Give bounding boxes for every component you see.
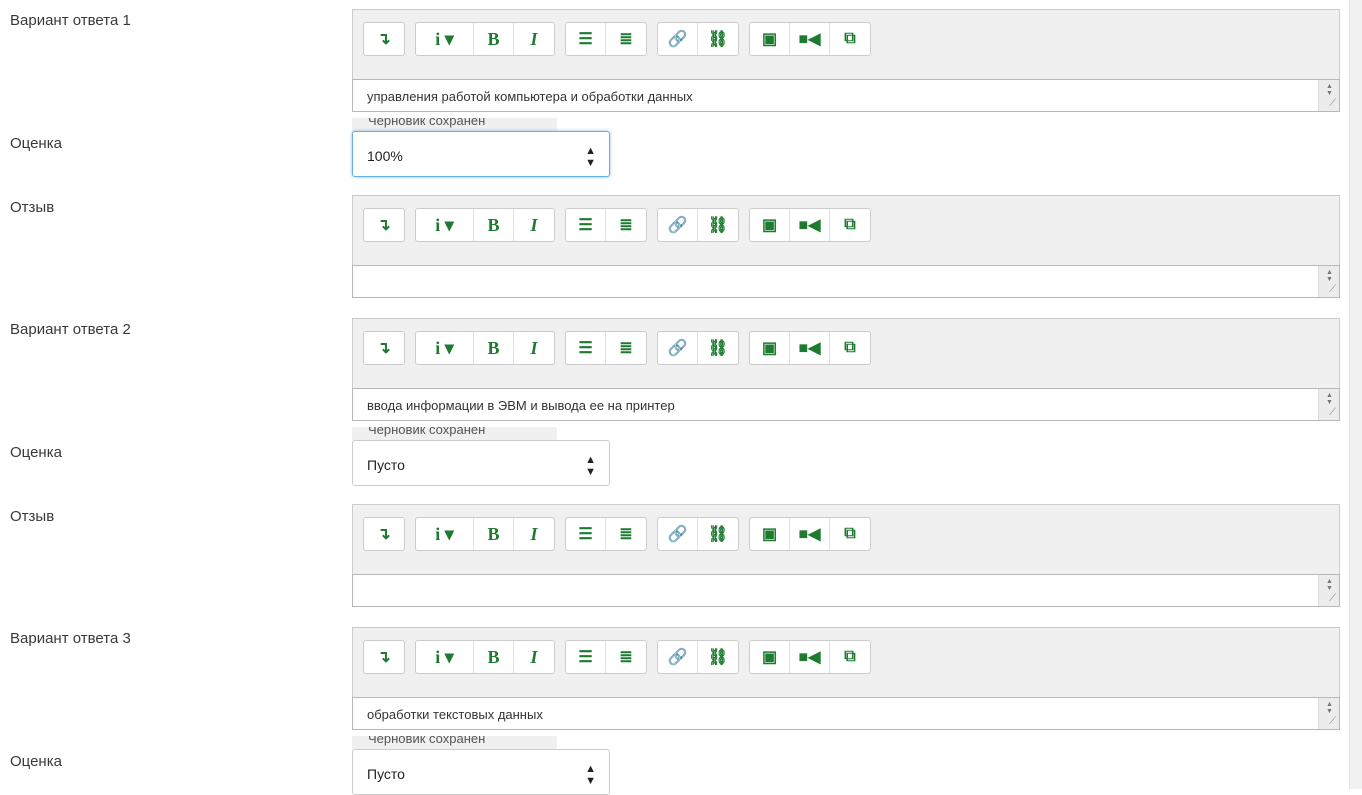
link-icon[interactable]: 🔗: [658, 332, 698, 364]
answer-text: ввода информации в ЭВМ и вывода ее на пр…: [367, 398, 675, 413]
answer-editor: ↴ i ▾ B I ☰ ≣ 🔗 ⛓ ▣ ■◀ ⧉ ввода информаци…: [352, 318, 1340, 421]
image-icon[interactable]: ▣: [750, 332, 790, 364]
info-icon[interactable]: i ▾: [416, 641, 474, 673]
unlink-icon[interactable]: ⛓: [698, 23, 738, 55]
manage-files-icon[interactable]: ⧉: [830, 209, 870, 241]
video-icon[interactable]: ■◀: [790, 641, 830, 673]
unordered-list-icon[interactable]: ☰: [566, 23, 606, 55]
page-scrollbar[interactable]: [1349, 0, 1362, 789]
manage-files-icon[interactable]: ⧉: [830, 332, 870, 364]
sort-caret-icon: ▲ ▼: [585, 454, 596, 478]
link-icon[interactable]: 🔗: [658, 23, 698, 55]
feedback-editor: ↴ i ▾ B I ☰ ≣ 🔗 ⛓ ▣ ■◀ ⧉ ▲ ▼ ⟋: [352, 504, 1340, 607]
resize-grip[interactable]: ▲ ▼ ⟋: [1318, 80, 1339, 111]
manage-files-icon[interactable]: ⧉: [830, 23, 870, 55]
video-icon[interactable]: ■◀: [790, 518, 830, 550]
editor-toolbar: ↴ i ▾ B I ☰ ≣ 🔗 ⛓ ▣ ■◀ ⧉: [352, 9, 1340, 79]
unlink-icon[interactable]: ⛓: [698, 518, 738, 550]
collapse-icon[interactable]: ↴: [364, 209, 404, 241]
grade-label: Оценка: [10, 753, 62, 770]
answer-editor: ↴ i ▾ B I ☰ ≣ 🔗 ⛓ ▣ ■◀ ⧉ обработки текст…: [352, 627, 1340, 730]
grade-label: Оценка: [10, 135, 62, 152]
italic-icon[interactable]: I: [514, 641, 554, 673]
grade-value: 100%: [367, 148, 403, 164]
unordered-list-icon[interactable]: ☰: [566, 641, 606, 673]
unordered-list-icon[interactable]: ☰: [566, 209, 606, 241]
link-icon[interactable]: 🔗: [658, 641, 698, 673]
image-icon[interactable]: ▣: [750, 641, 790, 673]
italic-icon[interactable]: I: [514, 209, 554, 241]
unlink-icon[interactable]: ⛓: [698, 332, 738, 364]
answer-textarea[interactable]: ввода информации в ЭВМ и вывода ее на пр…: [352, 388, 1340, 421]
sort-caret-icon: ▲ ▼: [585, 145, 596, 169]
unlink-icon[interactable]: ⛓: [698, 641, 738, 673]
editor-toolbar: ↴ i ▾ B I ☰ ≣ 🔗 ⛓ ▣ ■◀ ⧉: [352, 627, 1340, 697]
info-icon[interactable]: i ▾: [416, 209, 474, 241]
answer-text: обработки текстовых данных: [367, 707, 543, 722]
feedback-label: Отзыв: [10, 199, 55, 216]
editor-toolbar: ↴ i ▾ B I ☰ ≣ 🔗 ⛓ ▣ ■◀ ⧉: [352, 318, 1340, 388]
italic-icon[interactable]: I: [514, 23, 554, 55]
grade-label: Оценка: [10, 444, 62, 461]
grade-select[interactable]: Пусто ▲ ▼: [352, 749, 610, 795]
link-icon[interactable]: 🔗: [658, 518, 698, 550]
answer-label: Вариант ответа 1: [10, 12, 131, 29]
unordered-list-icon[interactable]: ☰: [566, 518, 606, 550]
draft-saved-notice: Черновик сохранен: [352, 118, 557, 132]
editor-toolbar: ↴ i ▾ B I ☰ ≣ 🔗 ⛓ ▣ ■◀ ⧉: [352, 504, 1340, 574]
ordered-list-icon[interactable]: ≣: [606, 641, 646, 673]
ordered-list-icon[interactable]: ≣: [606, 23, 646, 55]
collapse-icon[interactable]: ↴: [364, 332, 404, 364]
feedback-label: Отзыв: [10, 508, 55, 525]
editor-toolbar: ↴ i ▾ B I ☰ ≣ 🔗 ⛓ ▣ ■◀ ⧉: [352, 195, 1340, 265]
bold-icon[interactable]: B: [474, 641, 514, 673]
video-icon[interactable]: ■◀: [790, 209, 830, 241]
answer-editor: ↴ i ▾ B I ☰ ≣ 🔗 ⛓ ▣ ■◀ ⧉ управления рабо…: [352, 9, 1340, 112]
feedback-textarea[interactable]: ▲ ▼ ⟋: [352, 574, 1340, 607]
resize-grip[interactable]: ▲ ▼ ⟋: [1318, 698, 1339, 729]
video-icon[interactable]: ■◀: [790, 332, 830, 364]
answer-label: Вариант ответа 3: [10, 630, 131, 647]
answer-text: управления работой компьютера и обработк…: [367, 89, 693, 104]
answer-textarea[interactable]: обработки текстовых данных ▲ ▼ ⟋: [352, 697, 1340, 730]
grade-value: Пусто: [367, 766, 405, 782]
feedback-editor: ↴ i ▾ B I ☰ ≣ 🔗 ⛓ ▣ ■◀ ⧉ ▲ ▼ ⟋: [352, 195, 1340, 298]
resize-grip[interactable]: ▲ ▼ ⟋: [1318, 575, 1339, 606]
ordered-list-icon[interactable]: ≣: [606, 209, 646, 241]
image-icon[interactable]: ▣: [750, 209, 790, 241]
answer-textarea[interactable]: управления работой компьютера и обработк…: [352, 79, 1340, 112]
grade-select[interactable]: Пусто ▲ ▼: [352, 440, 610, 486]
bold-icon[interactable]: B: [474, 332, 514, 364]
bold-icon[interactable]: B: [474, 209, 514, 241]
bold-icon[interactable]: B: [474, 518, 514, 550]
resize-grip[interactable]: ▲ ▼ ⟋: [1318, 389, 1339, 420]
sort-caret-icon: ▲ ▼: [585, 763, 596, 787]
collapse-icon[interactable]: ↴: [364, 518, 404, 550]
italic-icon[interactable]: I: [514, 518, 554, 550]
link-icon[interactable]: 🔗: [658, 209, 698, 241]
feedback-textarea[interactable]: ▲ ▼ ⟋: [352, 265, 1340, 298]
bold-icon[interactable]: B: [474, 23, 514, 55]
ordered-list-icon[interactable]: ≣: [606, 518, 646, 550]
image-icon[interactable]: ▣: [750, 518, 790, 550]
ordered-list-icon[interactable]: ≣: [606, 332, 646, 364]
resize-grip[interactable]: ▲ ▼ ⟋: [1318, 266, 1339, 297]
grade-value: Пусто: [367, 457, 405, 473]
italic-icon[interactable]: I: [514, 332, 554, 364]
info-icon[interactable]: i ▾: [416, 518, 474, 550]
video-icon[interactable]: ■◀: [790, 23, 830, 55]
info-icon[interactable]: i ▾: [416, 23, 474, 55]
draft-saved-notice: Черновик сохранен: [352, 427, 557, 441]
manage-files-icon[interactable]: ⧉: [830, 518, 870, 550]
image-icon[interactable]: ▣: [750, 23, 790, 55]
info-icon[interactable]: i ▾: [416, 332, 474, 364]
answer-label: Вариант ответа 2: [10, 321, 131, 338]
unlink-icon[interactable]: ⛓: [698, 209, 738, 241]
grade-select[interactable]: 100% ▲ ▼: [352, 131, 610, 177]
manage-files-icon[interactable]: ⧉: [830, 641, 870, 673]
collapse-icon[interactable]: ↴: [364, 23, 404, 55]
collapse-icon[interactable]: ↴: [364, 641, 404, 673]
unordered-list-icon[interactable]: ☰: [566, 332, 606, 364]
draft-saved-notice: Черновик сохранен: [352, 736, 557, 750]
